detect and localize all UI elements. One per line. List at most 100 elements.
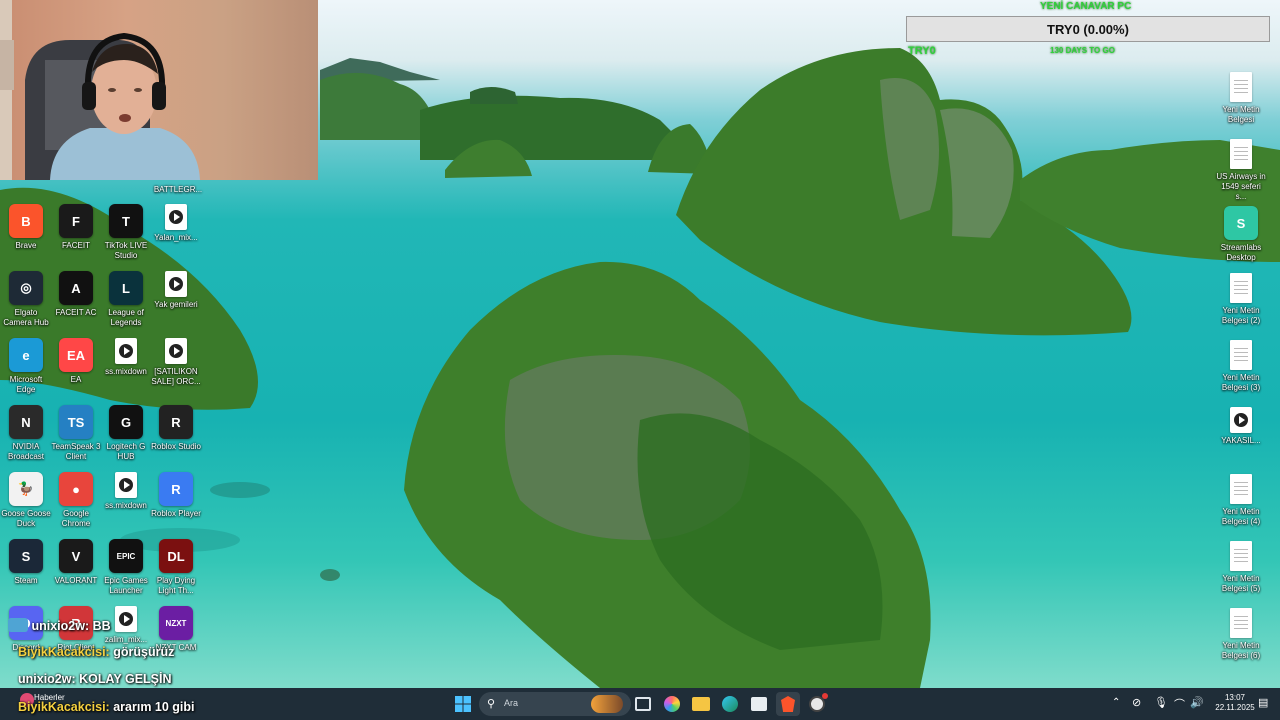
search-placeholder: Ara — [504, 698, 519, 708]
store-icon — [751, 697, 767, 711]
desktop-icon-text-file[interactable]: Yeni Metin Belgesi (2) — [1216, 273, 1266, 326]
streamlabs-desktop-icon: S — [1224, 206, 1258, 240]
folder-icon — [692, 697, 710, 711]
task-view-icon — [635, 697, 651, 711]
start-button[interactable] — [451, 692, 475, 716]
desktop-icon-label: TikTok LIVE Studio — [104, 241, 148, 260]
desktop-icon-text-file[interactable]: Yeni Metin Belgesi — [1216, 72, 1266, 125]
desktop-icon-logitech-g-hub[interactable]: G Logitech G HUB — [101, 405, 151, 462]
taskbar-clock[interactable]: 13:07 22.11.2025 — [1210, 693, 1260, 713]
desktop-icon-label: Epic Games Launcher — [104, 576, 148, 595]
desktop-icon-label: Yeni Metin Belgesi (6) — [1221, 641, 1261, 660]
desktop-icon-label: VALORANT — [54, 576, 98, 585]
desktop-icon-valorant[interactable]: V VALORANT — [51, 539, 101, 586]
desktop-icon-label: Yeni Metin Belgesi (5) — [1221, 574, 1261, 593]
taskbar-file-explorer[interactable] — [689, 692, 713, 716]
search-highlight-icon — [591, 695, 623, 713]
desktop-icon-tiktok-live-studio[interactable]: T TikTok LIVE Studio — [101, 204, 151, 261]
desktop-icon-label: Steam — [14, 576, 38, 585]
microphone-icon[interactable]: 🎙 — [1154, 696, 1168, 709]
desktop-icon-label: Yeni Metin Belgesi (3) — [1221, 373, 1261, 392]
desktop-icon-video-file[interactable]: [SATILIKON SALE] ORC... — [151, 338, 201, 387]
desktop-icon-text-file[interactable]: US Airways in 1549 seferi s... — [1216, 139, 1266, 202]
notifications-icon[interactable]: ▤ — [1258, 696, 1268, 709]
desktop-icon-label: EA — [70, 375, 82, 384]
desktop-icon-steam[interactable]: S Steam — [1, 539, 51, 586]
desktop-icon-label: Yak gemileri — [154, 300, 198, 309]
desktop-icon-streamlabs-desktop[interactable]: S Streamlabs Desktop — [1216, 206, 1266, 263]
taskbar-copilot[interactable] — [660, 692, 684, 716]
desktop-icon-label: TeamSpeak 3 Client — [51, 442, 101, 461]
desktop-icon-nvidia-broadcast[interactable]: N NVIDIA Broadcast — [1, 405, 51, 462]
desktop-icon-label: Play Dying Light Th... — [156, 576, 196, 595]
desktop-icon-dying-light[interactable]: DL Play Dying Light Th... — [151, 539, 201, 596]
brave-icon: B — [9, 204, 43, 238]
chat-line: BiyikKacakcisi: ararım 10 gibi — [18, 700, 195, 714]
desktop-icon-label: Yeni Metin Belgesi — [1222, 105, 1260, 124]
goal-title: YENİ CANAVAR PC — [1040, 1, 1132, 12]
desktop-icon-roblox-player[interactable]: R Roblox Player — [151, 472, 201, 519]
desktop-icon-roblox-studio[interactable]: R Roblox Studio — [151, 405, 201, 452]
desktop-icon-text-file[interactable]: Yeni Metin Belgesi (3) — [1216, 340, 1266, 393]
taskbar-obs[interactable] — [805, 692, 829, 716]
taskbar-edge[interactable] — [718, 692, 742, 716]
desktop-icon-label: Google Chrome — [61, 509, 91, 528]
desktop-icon-text-file[interactable]: Yeni Metin Belgesi (5) — [1216, 541, 1266, 594]
desktop-icon-brave[interactable]: B Brave — [1, 204, 51, 251]
goal-progress-bar: TRY0 (0.00%) — [906, 16, 1270, 42]
clock-time: 13:07 — [1224, 693, 1246, 702]
desktop-icon-video-file[interactable]: Yalan_mix... — [151, 204, 201, 243]
nvidia-broadcast-icon: N — [9, 405, 43, 439]
copilot-icon — [664, 696, 680, 712]
desktop-icon-label: Logitech G HUB — [106, 442, 146, 461]
desktop-icon-teamspeak[interactable]: TS TeamSpeak 3 Client — [51, 405, 101, 462]
task-view-button[interactable] — [631, 692, 655, 716]
taskbar-search[interactable]: ⚲ Ara — [479, 692, 631, 716]
desktop-icon-microsoft-edge[interactable]: e Microsoft Edge — [1, 338, 51, 395]
taskbar-store[interactable] — [747, 692, 771, 716]
show-hidden-icons-icon[interactable]: ⌃ — [1112, 697, 1120, 708]
windows-icon — [455, 696, 471, 712]
desktop-icon-audio-file[interactable]: ss.mixdown — [101, 338, 151, 377]
desktop-icon-league-of-legends[interactable]: L League of Legends — [101, 271, 151, 328]
chat-line: BiyikKacakcisi: görüşürüz — [18, 645, 175, 659]
desktop-icon-faceit[interactable]: F FACEIT — [51, 204, 101, 251]
volume-icon[interactable]: 🔊 — [1190, 696, 1204, 709]
taskbar-brave[interactable] — [776, 692, 800, 716]
desktop-icon-goose-goose-duck[interactable]: 🦆 Goose Goose Duck — [1, 472, 51, 529]
video-file-icon — [1230, 407, 1252, 433]
elgato-camera-hub-icon: ◎ — [9, 271, 43, 305]
desktop-icon-label: [SATILIKON SALE] ORC... — [151, 367, 201, 386]
video-file-icon — [165, 338, 187, 364]
network-off-icon[interactable]: ⊘ — [1132, 696, 1141, 709]
tiktok-live-studio-icon: T — [109, 204, 143, 238]
clock-date: 22.11.2025 — [1215, 703, 1255, 712]
notification-dot-icon — [822, 693, 828, 699]
desktop-icon-faceit-ac[interactable]: A FACEIT AC — [51, 271, 101, 318]
desktop-icon-google-chrome[interactable]: ● Google Chrome — [51, 472, 101, 529]
microsoft-edge-icon: e — [9, 338, 43, 372]
edge-icon — [722, 696, 738, 712]
roblox-player-icon: R — [159, 472, 193, 506]
google-chrome-icon: ● — [59, 472, 93, 506]
text-file-icon — [1230, 273, 1252, 303]
desktop-icon-label: Streamlabs Desktop — [1220, 243, 1262, 262]
desktop-icon-video-file[interactable]: ss.mixdown — [101, 472, 151, 511]
chat-line: unixio2w: BB — [8, 618, 111, 633]
desktop-icon-video-file[interactable]: Yak gemileri — [151, 271, 201, 310]
desktop-icon-ea[interactable]: EA EA — [51, 338, 101, 385]
desktop-icon-epic-games[interactable]: EPIC Epic Games Launcher — [101, 539, 151, 596]
desktop-icon-elgato-camera-hub[interactable]: ◎ Elgato Camera Hub — [1, 271, 51, 328]
desktop-icon-label: FACEIT AC — [55, 308, 97, 317]
teamspeak-icon: TS — [59, 405, 93, 439]
webcam-overlay — [0, 0, 318, 180]
desktop-icon-label: Yeni Metin Belgesi (2) — [1221, 306, 1261, 325]
desktop-icon-text-file[interactable]: Yeni Metin Belgesi (6) — [1216, 608, 1266, 661]
desktop-icon-text-file[interactable]: Yeni Metin Belgesi (4) — [1216, 474, 1266, 527]
video-file-icon — [165, 271, 187, 297]
wifi-icon[interactable]: ⌒ — [1174, 696, 1185, 712]
text-file-icon — [1230, 541, 1252, 571]
desktop-icon-video-file[interactable]: YAKASIL... — [1216, 407, 1266, 446]
ea-icon: EA — [59, 338, 93, 372]
audio-file-icon — [115, 338, 137, 364]
